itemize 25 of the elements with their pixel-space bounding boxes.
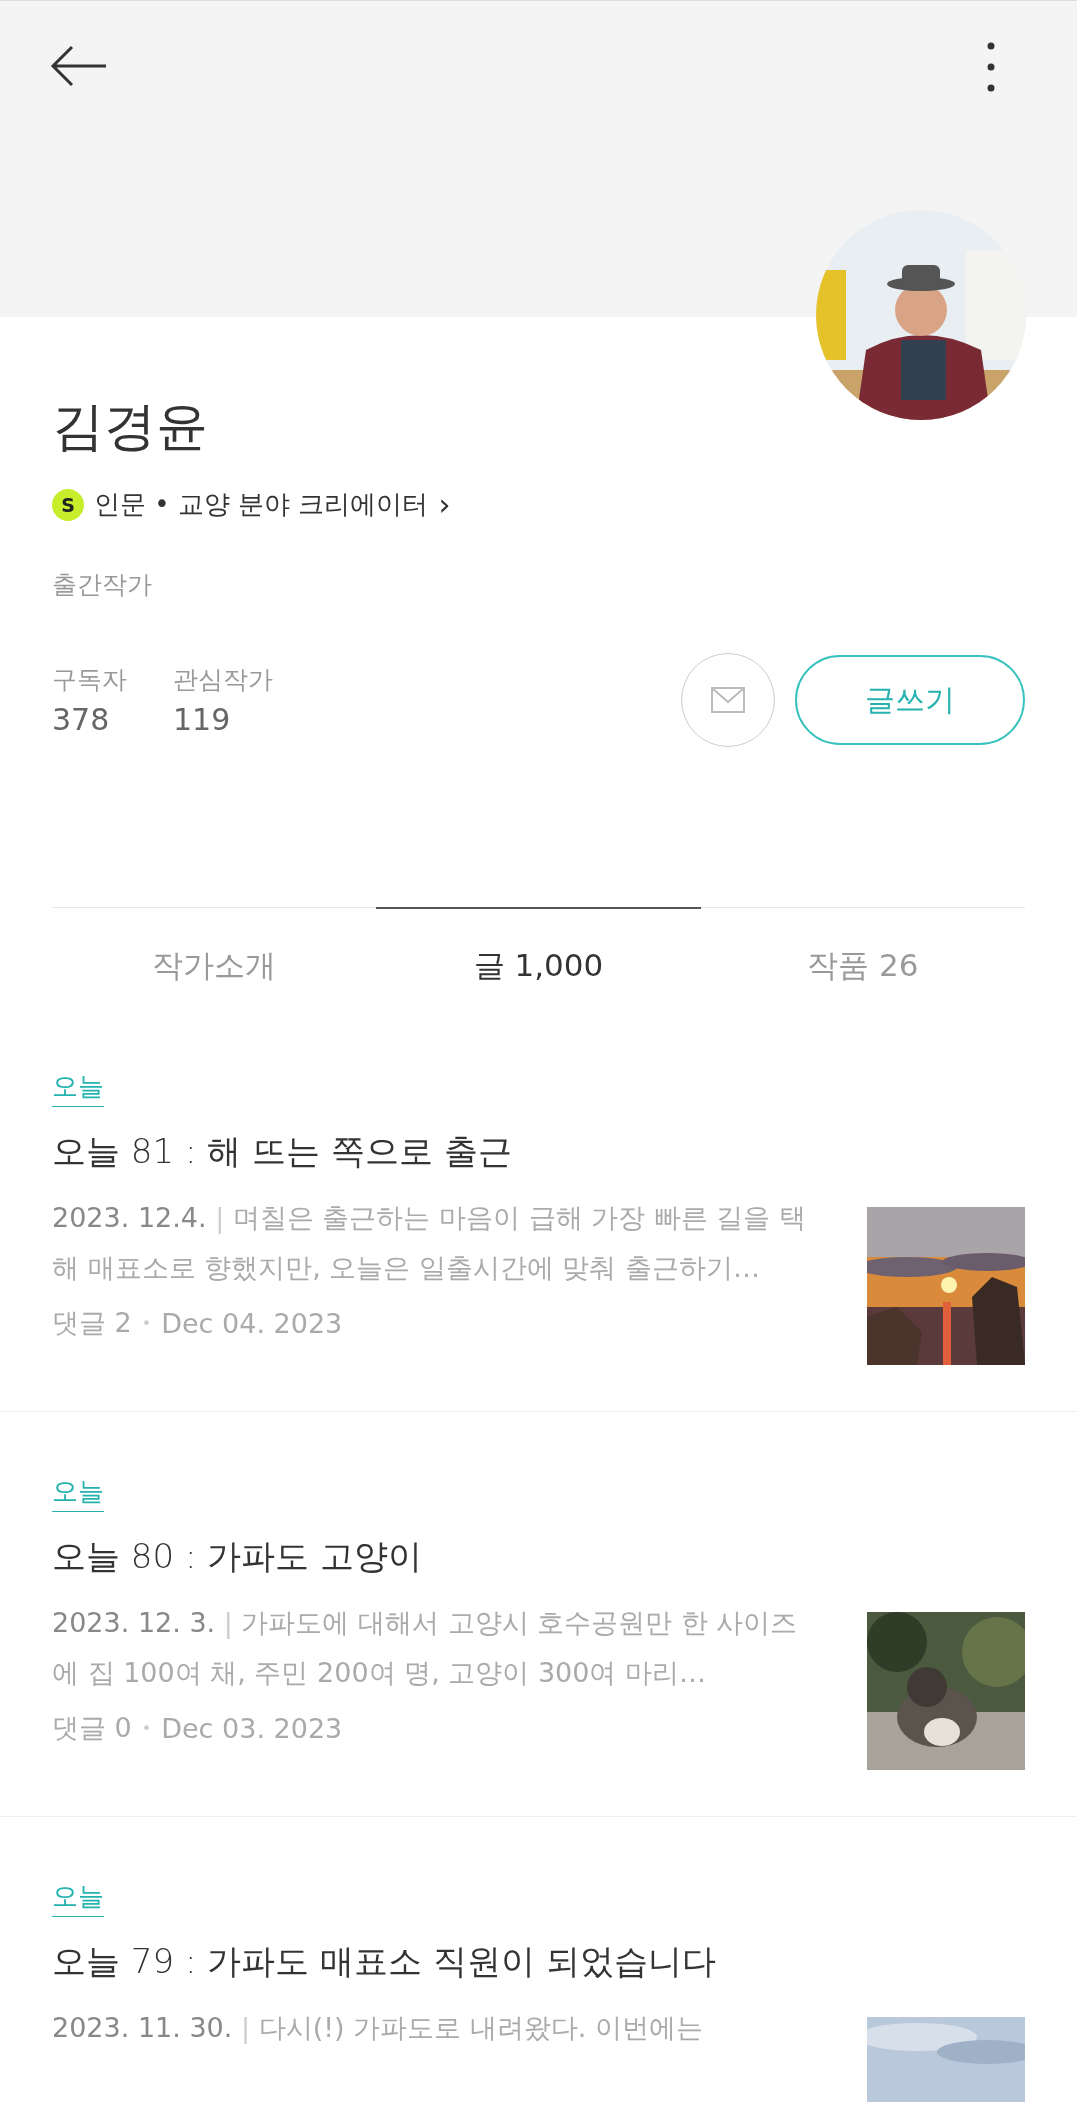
publish-date: Dec 04. 2023 <box>161 1307 343 1339</box>
article-title[interactable]: 오늘 81 : 해 뜨는 쪽으로 출근 <box>52 1129 1025 1176</box>
article-excerpt: 2023. 12. 3. | 가파도에 대해서 고양시 호수공원만 한 사이즈에 집 100여 채, 주민 200여 명, 고양이 300여 마리… <box>52 1606 799 1691</box>
dot-separator: • <box>141 1313 152 1333</box>
comment-count: 댓글 0 <box>52 1711 132 1746</box>
stat-label: 관심작가 <box>173 664 273 697</box>
chevron-icon[interactable]: › <box>438 487 451 523</box>
article-title[interactable]: 오늘 79 : 가파도 매표소 직원이 되었습니다 <box>52 1939 1025 1986</box>
stat-value[interactable]: 378 <box>52 702 127 738</box>
stat-value[interactable]: 119 <box>173 702 273 738</box>
creator-category[interactable]: 인문 • 교양 분야 크리에이터 <box>94 487 429 523</box>
creator-badge: S <box>52 488 84 521</box>
stat-label: 구독자 <box>52 664 127 697</box>
more-icon[interactable] <box>985 41 997 93</box>
dot-separator: • <box>141 1718 152 1738</box>
author-name: 김경윤 <box>52 395 209 458</box>
envelope-icon <box>711 687 745 714</box>
author-role: 출간작가 <box>52 569 153 602</box>
comment-count: 댓글 2 <box>52 1306 132 1341</box>
article-excerpt: 2023. 12.4. | 며칠은 출근하는 마음이 급해 가장 빠른 길을 택해 매표소로 향했지만, 오늘은 일출시간에 맞춰 출근하기… <box>52 1201 807 1286</box>
article-title[interactable]: 오늘 80 : 가파도 고양이 <box>52 1534 1025 1581</box>
article-excerpt: 2023. 11. 30. | 다시(!) 가파도로 내려왔다. 이번에는 <box>52 2011 704 2046</box>
publish-date: Dec 03. 2023 <box>161 1712 343 1744</box>
tab[interactable]: 글 1,000 <box>376 907 701 1008</box>
back-icon[interactable] <box>50 45 108 87</box>
